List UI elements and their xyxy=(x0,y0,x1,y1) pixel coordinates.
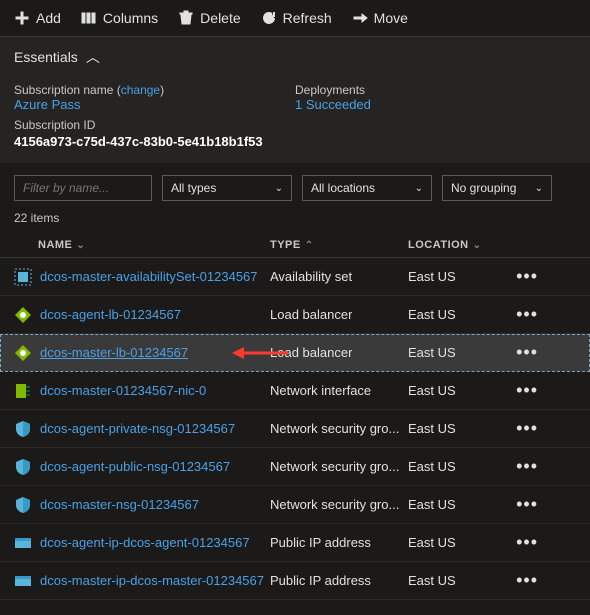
row-actions-button[interactable]: ••• xyxy=(508,418,538,439)
chevron-up-icon: ︿ xyxy=(86,47,100,67)
resource-icon-pip xyxy=(14,572,32,590)
resource-name-link[interactable]: dcos-master-nsg-01234567 xyxy=(40,497,199,512)
resource-location: East US xyxy=(408,269,456,284)
filter-bar: All types⌄ All locations⌄ No grouping⌄ xyxy=(0,163,590,205)
delete-label: Delete xyxy=(200,10,240,26)
move-label: Move xyxy=(374,10,408,26)
resource-type: Load balancer xyxy=(270,345,352,360)
deployments-value[interactable]: 1 Succeeded xyxy=(295,97,576,112)
resource-name-link[interactable]: dcos-agent-ip-dcos-agent-01234567 xyxy=(40,535,250,550)
filter-types-dropdown[interactable]: All types⌄ xyxy=(162,175,292,201)
resource-icon-lb xyxy=(14,344,32,362)
resource-icon-lb xyxy=(14,306,32,324)
resource-location: East US xyxy=(408,383,456,398)
filter-grouping-dropdown[interactable]: No grouping⌄ xyxy=(442,175,552,201)
columns-label: Columns xyxy=(103,10,158,26)
table-row[interactable]: dcos-master-nsg-01234567 Network security… xyxy=(0,486,590,524)
table-row[interactable]: dcos-agent-ip-dcos-agent-01234567 Public … xyxy=(0,524,590,562)
columns-button[interactable]: Columns xyxy=(81,10,158,26)
resource-icon-nsg xyxy=(14,496,32,514)
resource-icon-nsg xyxy=(14,458,32,476)
resource-list: dcos-master-availabilitySet-01234567 Avai… xyxy=(0,258,590,600)
delete-button[interactable]: Delete xyxy=(178,10,240,26)
resource-location: East US xyxy=(408,573,456,588)
subscription-name-label: Subscription name (change) xyxy=(14,83,295,97)
sort-icon: ⌄ xyxy=(76,240,85,251)
filter-name-input[interactable] xyxy=(14,175,152,201)
resource-location: East US xyxy=(408,459,456,474)
refresh-button[interactable]: Refresh xyxy=(261,10,332,26)
subscription-id-label: Subscription ID xyxy=(14,118,295,132)
refresh-icon xyxy=(261,10,277,26)
resource-location: East US xyxy=(408,421,456,436)
subscription-name-value[interactable]: Azure Pass xyxy=(14,97,295,112)
resource-icon-availset xyxy=(14,268,32,286)
resource-type: Network security gro... xyxy=(270,497,399,512)
resource-icon-pip xyxy=(14,534,32,552)
resource-name-link[interactable]: dcos-master-01234567-nic-0 xyxy=(40,383,206,398)
filter-locations-dropdown[interactable]: All locations⌄ xyxy=(302,175,432,201)
row-actions-button[interactable]: ••• xyxy=(508,570,538,591)
table-row[interactable]: dcos-master-availabilitySet-01234567 Avai… xyxy=(0,258,590,296)
subscription-id-value: 4156a973-c75d-437c-83b0-5e41b18b1f53 xyxy=(14,134,295,149)
add-label: Add xyxy=(36,10,61,26)
refresh-label: Refresh xyxy=(283,10,332,26)
resource-type: Public IP address xyxy=(270,535,371,550)
table-header: NAME⌄ TYPE⌃ LOCATION⌄ xyxy=(0,233,590,258)
column-header-name[interactable]: NAME⌄ xyxy=(14,239,270,251)
table-row[interactable]: dcos-master-lb-01234567 Load balancer East… xyxy=(0,334,590,372)
resource-icon-nsg xyxy=(14,420,32,438)
resource-icon-nic xyxy=(14,382,32,400)
item-count: 22 items xyxy=(0,205,590,233)
row-actions-button[interactable]: ••• xyxy=(508,342,538,363)
row-actions-button[interactable]: ••• xyxy=(508,304,538,325)
table-row[interactable]: dcos-agent-lb-01234567 Load balancer East … xyxy=(0,296,590,334)
column-header-location[interactable]: LOCATION⌄ xyxy=(408,239,508,251)
row-actions-button[interactable]: ••• xyxy=(508,456,538,477)
deployments-label: Deployments xyxy=(295,83,576,97)
column-header-type[interactable]: TYPE⌃ xyxy=(270,239,408,251)
resource-type: Availability set xyxy=(270,269,352,284)
columns-icon xyxy=(81,10,97,26)
resource-name-link[interactable]: dcos-agent-lb-01234567 xyxy=(40,307,181,322)
sort-icon: ⌄ xyxy=(473,240,482,251)
chevron-down-icon: ⌄ xyxy=(275,183,283,194)
resource-location: East US xyxy=(408,345,456,360)
toolbar: Add Columns Delete Refresh Move xyxy=(0,0,590,36)
table-row[interactable]: dcos-agent-private-nsg-01234567 Network s… xyxy=(0,410,590,448)
table-row[interactable]: dcos-master-ip-dcos-master-01234567 Publi… xyxy=(0,562,590,600)
row-actions-button[interactable]: ••• xyxy=(508,494,538,515)
change-subscription-link[interactable]: change xyxy=(121,83,160,97)
resource-location: East US xyxy=(408,497,456,512)
row-actions-button[interactable]: ••• xyxy=(508,532,538,553)
row-actions-button[interactable]: ••• xyxy=(508,266,538,287)
resource-type: Public IP address xyxy=(270,573,371,588)
resource-location: East US xyxy=(408,535,456,550)
chevron-down-icon: ⌄ xyxy=(535,183,543,194)
resource-type: Network security gro... xyxy=(270,459,399,474)
resource-location: East US xyxy=(408,307,456,322)
trash-icon xyxy=(178,10,194,26)
resource-name-link[interactable]: dcos-master-lb-01234567 xyxy=(40,345,188,360)
resource-type: Network interface xyxy=(270,383,371,398)
resource-name-link[interactable]: dcos-master-availabilitySet-01234567 xyxy=(40,269,258,284)
resource-name-link[interactable]: dcos-agent-private-nsg-01234567 xyxy=(40,421,235,436)
sort-asc-icon: ⌃ xyxy=(305,240,314,251)
essentials-toggle[interactable]: Essentials ︿ xyxy=(14,47,576,67)
arrow-right-icon xyxy=(352,10,368,26)
resource-name-link[interactable]: dcos-master-ip-dcos-master-01234567 xyxy=(40,573,264,588)
resource-type: Load balancer xyxy=(270,307,352,322)
plus-icon xyxy=(14,10,30,26)
move-button[interactable]: Move xyxy=(352,10,408,26)
chevron-down-icon: ⌄ xyxy=(415,183,423,194)
essentials-title: Essentials xyxy=(14,49,78,65)
table-row[interactable]: dcos-agent-public-nsg-01234567 Network se… xyxy=(0,448,590,486)
add-button[interactable]: Add xyxy=(14,10,61,26)
essentials-panel: Essentials ︿ Subscription name (change) … xyxy=(0,36,590,163)
resource-name-link[interactable]: dcos-agent-public-nsg-01234567 xyxy=(40,459,230,474)
table-row[interactable]: dcos-master-01234567-nic-0 Network interf… xyxy=(0,372,590,410)
resource-type: Network security gro... xyxy=(270,421,399,436)
row-actions-button[interactable]: ••• xyxy=(508,380,538,401)
